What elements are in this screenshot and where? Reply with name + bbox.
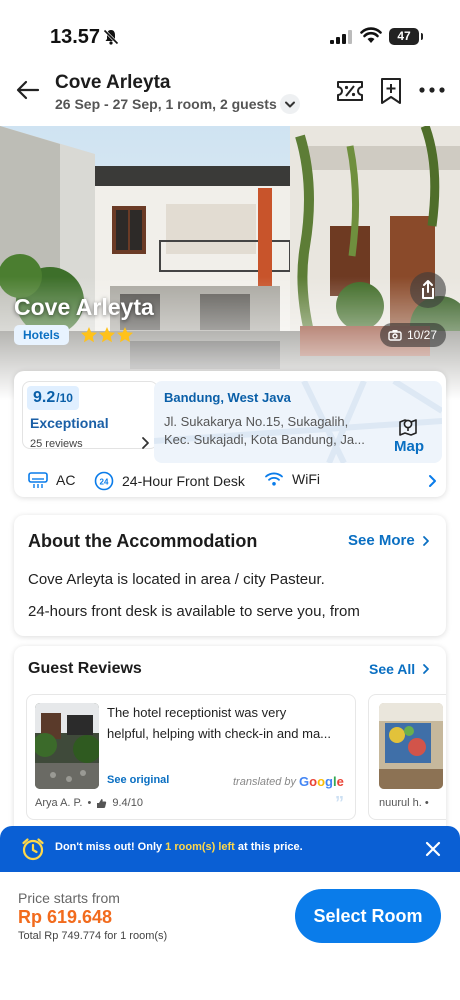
review-count: 25 reviews — [30, 438, 83, 450]
about-section: About the Accommodation See More Cove Ar… — [14, 515, 446, 636]
reviews-title: Guest Reviews — [28, 660, 142, 677]
location-map-box[interactable]: Bandung, West Java Jl. Sukakarya No.15, … — [154, 381, 442, 463]
reviewer-score: 9.4/10 — [112, 797, 143, 809]
address-line1: Jl. Sukakarya No.15, Sukagalih, — [164, 414, 349, 429]
about-text-line2: 24-hours front desk is available to serv… — [28, 603, 360, 620]
see-more-link[interactable]: See More — [348, 532, 431, 549]
amenity-wifi: WiFi — [264, 471, 320, 487]
amenity-front-desk: 24 24-Hour Front Desk — [94, 471, 245, 491]
amenity-label: 24-Hour Front Desk — [122, 473, 245, 489]
price-value: Rp 619.648 — [18, 907, 113, 927]
alarm-clock-icon — [22, 838, 44, 861]
thumbs-up-icon — [97, 798, 107, 808]
photo-counter: 10/27 — [380, 323, 447, 347]
photo-counter-text: 10/27 — [407, 328, 438, 342]
status-bar: 13.57 47 — [0, 0, 460, 62]
see-original-link[interactable]: See original — [107, 774, 169, 786]
price-bar: Price starts from Rp 619.648 Total Rp 74… — [0, 872, 460, 1000]
close-icon[interactable] — [424, 840, 442, 858]
see-more-label: See More — [348, 532, 415, 549]
about-text-line1: Cove Arleyta is located in area / city P… — [28, 571, 325, 588]
scarcity-banner: Don't miss out! Only 1 room(s) left at t… — [0, 826, 460, 872]
translated-by-label: translated by — [233, 775, 296, 788]
wifi-status-icon — [360, 27, 382, 43]
separator-dot: • — [87, 797, 92, 809]
more-options-icon[interactable] — [418, 82, 446, 98]
about-title: About the Accommodation — [28, 531, 258, 551]
map-pin-icon — [399, 419, 417, 436]
chevron-right-icon — [423, 664, 430, 674]
select-room-button[interactable]: Select Room — [295, 889, 441, 943]
score-badge: 9.2 /10 — [27, 386, 79, 410]
guest-reviews-section: Guest Reviews See All The hotel receptio… — [14, 646, 446, 836]
banner-highlight: 1 room(s) left — [165, 841, 235, 853]
bookmark-add-icon[interactable] — [378, 76, 404, 106]
review-text-line2: helpful, helping with check-in and ma... — [107, 726, 332, 741]
reviewer-name-text: nuurul h. — [379, 797, 422, 809]
review-photo — [35, 703, 99, 789]
category-badge: Hotels — [14, 325, 69, 345]
review-photo — [379, 703, 443, 789]
coupon-icon[interactable] — [336, 78, 364, 104]
page-title: Cove Arleyta — [55, 72, 171, 93]
score-value: 9.2 — [33, 389, 56, 406]
chevron-right-icon — [422, 535, 429, 546]
score-max: /10 — [56, 391, 73, 405]
banner-text-prefix: Don't miss out! Only — [55, 841, 166, 853]
see-all-label: See All — [369, 661, 416, 677]
hero-hotel-name: Cove Arleyta — [14, 294, 154, 320]
amenity-label: WiFi — [292, 471, 320, 487]
banner-text-suffix: at this price. — [234, 841, 303, 853]
bell-off-icon — [103, 29, 119, 45]
app-header: Cove Arleyta 26 Sep - 27 Sep, 1 room, 2 … — [0, 62, 460, 126]
amenity-label: AC — [56, 472, 76, 488]
address-line2: Kec. Sukajadi, Kota Bandung, Ja... — [164, 432, 365, 447]
hotel-info-card: 9.2 /10 Exceptional 25 reviews Bandung, … — [14, 371, 446, 497]
24-hour-icon: 24 — [94, 471, 114, 491]
reviewer-info: Arya A. P. • 9.4/10 — [35, 797, 143, 809]
location-city: Bandung, West Java — [164, 390, 291, 405]
camera-icon — [388, 330, 402, 341]
chevron-down-icon[interactable] — [280, 94, 300, 114]
star-rating-icon — [81, 327, 133, 343]
status-time: 13.57 — [50, 26, 101, 48]
wifi-icon — [265, 472, 283, 486]
rating-summary[interactable]: 9.2 /10 Exceptional 25 reviews — [22, 381, 158, 450]
review-card[interactable]: nuurul h. • — [368, 694, 446, 820]
chevron-right-icon[interactable] — [426, 474, 438, 488]
hotel-photo — [0, 126, 460, 400]
quote-icon: ” — [335, 793, 344, 813]
translation-credit: translated by Google — [233, 774, 344, 789]
map-link: Map — [394, 438, 424, 455]
stay-summary[interactable]: 26 Sep - 27 Sep, 1 room, 2 guests — [55, 96, 277, 112]
reviewer-name: Arya A. P. — [35, 797, 83, 809]
share-button[interactable] — [410, 272, 446, 308]
review-text-line1: The hotel receptionist was very — [107, 705, 287, 720]
svg-text:24: 24 — [100, 478, 109, 487]
review-card[interactable]: The hotel receptionist was very helpful,… — [26, 694, 356, 820]
back-arrow-icon[interactable] — [14, 76, 42, 104]
amenity-ac: AC — [28, 471, 75, 489]
google-logo: Google — [298, 774, 344, 789]
price-total: Total Rp 749.774 for 1 room(s) — [18, 930, 168, 942]
air-conditioner-icon — [28, 472, 48, 488]
reviewer-name: nuurul h. • — [379, 797, 429, 809]
price-label: Price starts from — [18, 890, 120, 906]
signal-icon — [330, 30, 352, 44]
rating-label: Exceptional — [30, 415, 109, 431]
battery-icon: 47 — [389, 28, 423, 45]
hotel-photo-gallery[interactable]: Cove Arleyta Hotels 10/27 — [0, 126, 460, 400]
banner-message: Don't miss out! Only 1 room(s) left at t… — [55, 841, 303, 853]
chevron-right-icon — [142, 437, 149, 449]
share-icon — [422, 280, 434, 299]
see-all-link[interactable]: See All — [369, 661, 431, 677]
